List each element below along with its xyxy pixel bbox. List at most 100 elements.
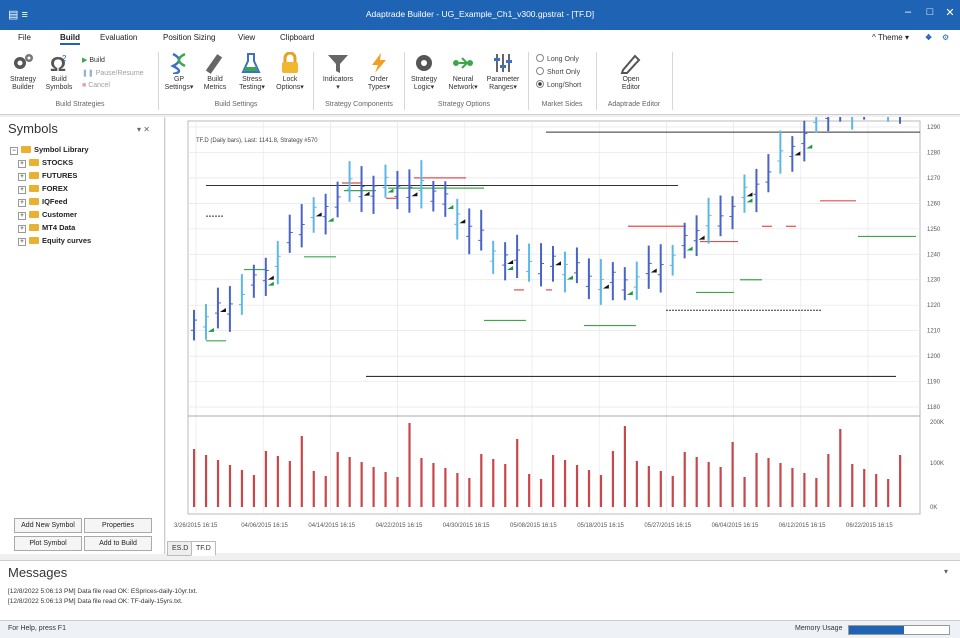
- theme-dropdown[interactable]: ^ Theme ▾: [872, 33, 909, 42]
- message-line: [12/8/2022 5:06:13 PM] Data file read OK…: [8, 598, 183, 605]
- volume-bar: [779, 463, 782, 507]
- volume-bar: [492, 459, 495, 507]
- group-market-sides: Market Sides: [541, 101, 583, 108]
- tree-node-iqfeed[interactable]: + IQFeed: [10, 197, 91, 210]
- volume-bar: [336, 452, 339, 507]
- neural-network-button[interactable]: Neural Network▾: [444, 52, 482, 92]
- volume-bar: [707, 462, 710, 507]
- tree-node-forex[interactable]: + FOREX: [10, 184, 91, 197]
- tree-node-futures[interactable]: + FUTURES: [10, 171, 91, 184]
- stress-testing-button[interactable]: Stress Testing▾: [234, 52, 270, 92]
- theme-label: Theme: [877, 33, 903, 42]
- folder-icon: [29, 198, 39, 205]
- radio-short-only[interactable]: Short Only: [536, 67, 580, 76]
- open-editor-button[interactable]: Open Editor: [612, 52, 650, 92]
- add-to-build-button[interactable]: Add to Build: [84, 536, 152, 551]
- tab-tf-d[interactable]: TF.D: [191, 541, 216, 556]
- gp-settings-button[interactable]: GP Settings▾: [162, 52, 196, 92]
- memory-usage-bar: [848, 625, 950, 635]
- tree-node-label: STOCKS: [42, 158, 74, 167]
- volume-bar: [623, 426, 626, 507]
- radio-indicator: [536, 80, 544, 88]
- volume-bar: [875, 474, 878, 507]
- tree-node-stocks[interactable]: + STOCKS: [10, 158, 91, 171]
- settings-icon[interactable]: ⚙: [942, 33, 949, 42]
- expand-icon[interactable]: +: [18, 160, 26, 168]
- gear-icon: [416, 55, 432, 71]
- price-tick-label: 1250: [927, 227, 941, 233]
- build-label: Build: [89, 57, 105, 64]
- ribbon-separator: [404, 52, 405, 110]
- tree-node-root[interactable]: − Symbol Library: [10, 145, 91, 158]
- tree-node-customer[interactable]: + Customer: [10, 210, 91, 223]
- flask-chart-icon: [241, 53, 261, 73]
- strategy-logic-label: Strategy Logic: [410, 76, 438, 91]
- menu-evaluation[interactable]: Evaluation: [100, 33, 137, 42]
- strategy-logic-button[interactable]: Strategy Logic▾: [406, 52, 442, 92]
- group-strategy-components: Strategy Components: [325, 101, 393, 108]
- volume-bar: [204, 455, 208, 507]
- collapse-icon[interactable]: −: [10, 147, 18, 155]
- menu-position-sizing[interactable]: Position Sizing: [163, 33, 215, 42]
- memory-usage-label: Memory Usage: [795, 625, 843, 632]
- order-types-button[interactable]: Order Types▾: [360, 52, 398, 92]
- group-strategy-options: Strategy Options: [437, 101, 491, 108]
- volume-bar: [791, 468, 794, 507]
- volume-bar: [815, 478, 818, 507]
- pause-resume-button[interactable]: ❚❚ Pause/Resume: [82, 69, 144, 77]
- indicators-button[interactable]: Indicators ▾: [318, 52, 358, 92]
- radio-long-short[interactable]: Long/Short: [536, 80, 581, 89]
- volume-bar: [516, 439, 519, 507]
- neural-network-label: Neural Network: [448, 76, 475, 91]
- add-new-symbol-button[interactable]: Add New Symbol: [14, 518, 82, 533]
- folder-icon: [29, 211, 39, 218]
- date-axis: 3/26/2015 16:15 04/06/2015 16:15 04/14/201…: [174, 523, 893, 529]
- build-symbols-button[interactable]: Ω2 Build Symbols: [42, 52, 76, 92]
- properties-button[interactable]: Properties: [84, 518, 152, 533]
- tree-node-mt4-data[interactable]: + MT4 Data: [10, 223, 91, 236]
- volume-bar: [731, 442, 734, 507]
- omega-icon: Ω2: [50, 54, 67, 74]
- volume-bar: [563, 460, 567, 507]
- strategy-builder-button[interactable]: Strategy Builder: [6, 52, 40, 92]
- messages-menu-icon[interactable]: ▾: [944, 567, 948, 576]
- help-icon[interactable]: ❖: [925, 33, 932, 42]
- radio-long-only[interactable]: Long Only: [536, 54, 579, 63]
- plot-symbol-button[interactable]: Plot Symbol: [14, 536, 82, 551]
- menu-build[interactable]: Build: [60, 33, 80, 45]
- volume-bar: [695, 457, 698, 507]
- expand-icon[interactable]: +: [18, 238, 26, 246]
- volume-bar: [300, 436, 303, 507]
- close-icon[interactable]: ✕: [940, 6, 960, 19]
- expand-icon[interactable]: +: [18, 186, 26, 194]
- expand-icon[interactable]: +: [18, 173, 26, 181]
- sliders-icon: [494, 54, 512, 72]
- build-button[interactable]: ▶ Build: [82, 56, 105, 64]
- price-chart[interactable]: TF.D (Daily bars), Last: 1141.8, Strateg…: [166, 73, 960, 541]
- minimize-icon[interactable]: –: [898, 6, 918, 18]
- parameter-ranges-button[interactable]: Parameter Ranges▾: [484, 52, 522, 92]
- price-axis: 1290 1280 1270 1260 1250 1240 1230 1220 1210 1200…: [927, 125, 941, 411]
- chart-area[interactable]: TF.D (Daily bars), Last: 1141.8, Strateg…: [166, 73, 960, 553]
- build-metrics-button[interactable]: Build Metrics: [198, 52, 232, 92]
- menu-view[interactable]: View: [238, 33, 255, 42]
- expand-icon[interactable]: +: [18, 225, 26, 233]
- cancel-button[interactable]: ■ Cancel: [82, 82, 110, 89]
- menu-file[interactable]: File: [18, 33, 31, 42]
- tab-es-d[interactable]: ES.D: [167, 541, 194, 556]
- volume-bar: [480, 454, 483, 507]
- maximize-icon[interactable]: □: [920, 6, 940, 18]
- lock-options-button[interactable]: Lock Options▾: [272, 52, 308, 92]
- window-title: Adaptrade Builder - UG_Example_Ch1_v300.…: [365, 9, 595, 19]
- order-types-label: Order Types: [367, 76, 388, 91]
- price-tick-label: 1290: [927, 125, 941, 131]
- menu-clipboard[interactable]: Clipboard: [280, 33, 314, 42]
- panel-pin-close-icon[interactable]: ▾ ✕: [137, 125, 150, 134]
- group-build-strategies: Build Strategies: [55, 101, 105, 108]
- tree-node-equity-curves[interactable]: + Equity curves: [10, 236, 91, 249]
- expand-icon[interactable]: +: [18, 199, 26, 207]
- volume-bar: [635, 461, 638, 507]
- expand-icon[interactable]: +: [18, 212, 26, 220]
- volume-bar: [228, 465, 232, 507]
- volume-bar: [312, 471, 315, 507]
